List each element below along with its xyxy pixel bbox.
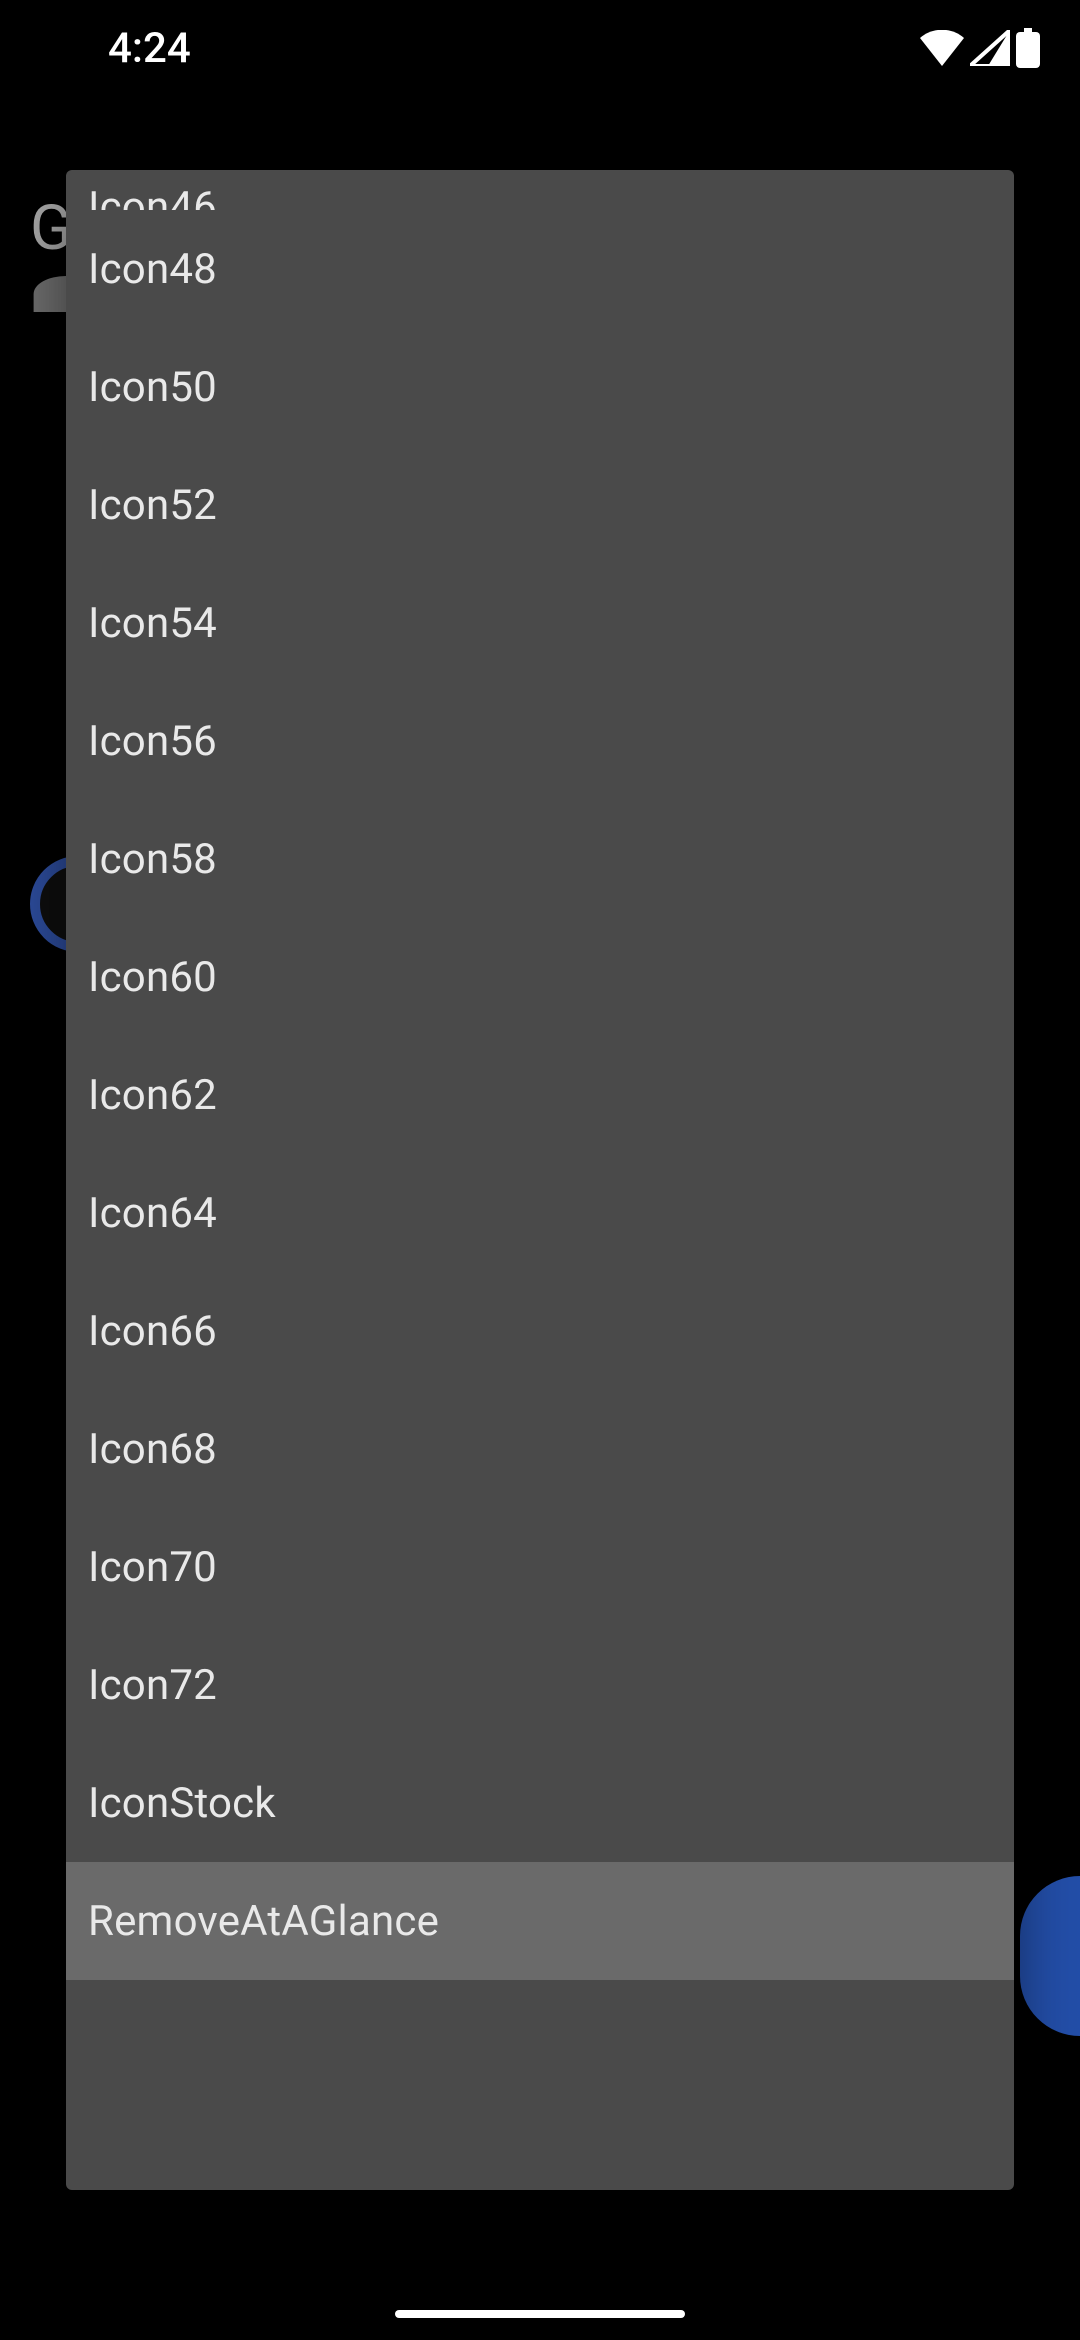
option-label: Icon58	[88, 835, 217, 884]
status-icons	[920, 28, 1040, 68]
option-label: IconStock	[88, 1779, 276, 1828]
option-item[interactable]: Icon54	[66, 564, 1014, 682]
wifi-icon	[920, 30, 964, 66]
cell-signal-icon	[970, 30, 1010, 66]
option-item[interactable]: Icon72	[66, 1626, 1014, 1744]
option-item[interactable]: Icon52	[66, 446, 1014, 564]
background-fab	[1020, 1876, 1080, 2036]
options-popup: Icon46 Icon48 Icon50 Icon52 Icon54 Icon5…	[66, 170, 1014, 2190]
option-label: RemoveAtAGlance	[88, 1897, 439, 1946]
option-item-selected[interactable]: RemoveAtAGlance	[66, 1862, 1014, 1980]
option-label: Icon54	[88, 599, 217, 648]
options-scroll[interactable]: Icon46 Icon48 Icon50 Icon52 Icon54 Icon5…	[66, 170, 1014, 2190]
option-label: Icon50	[88, 363, 217, 412]
option-label: Icon72	[88, 1661, 217, 1710]
option-label: Icon62	[88, 1071, 217, 1120]
option-item[interactable]: Icon46	[66, 170, 1014, 210]
option-item[interactable]: Icon48	[66, 210, 1014, 328]
option-label: Icon52	[88, 481, 217, 530]
option-item[interactable]: Icon68	[66, 1390, 1014, 1508]
gesture-nav-handle[interactable]	[395, 2310, 685, 2318]
option-label: Icon48	[88, 245, 217, 294]
option-item[interactable]: IconStock	[66, 1744, 1014, 1862]
option-label: Icon66	[88, 1307, 217, 1356]
option-label: Icon46	[88, 183, 217, 210]
option-item[interactable]: Icon56	[66, 682, 1014, 800]
option-label: Icon70	[88, 1543, 217, 1592]
option-item[interactable]: Icon62	[66, 1036, 1014, 1154]
option-item[interactable]: Icon70	[66, 1508, 1014, 1626]
option-label: Icon68	[88, 1425, 217, 1474]
status-bar: 4:24	[0, 0, 1080, 96]
option-label: Icon64	[88, 1189, 217, 1238]
option-label: Icon56	[88, 717, 217, 766]
status-time: 4:24	[108, 24, 191, 73]
option-item[interactable]: Icon50	[66, 328, 1014, 446]
option-item[interactable]: Icon66	[66, 1272, 1014, 1390]
option-item[interactable]: Icon58	[66, 800, 1014, 918]
option-item[interactable]: Icon60	[66, 918, 1014, 1036]
option-label: Icon60	[88, 953, 217, 1002]
battery-icon	[1016, 28, 1040, 68]
option-item[interactable]: Icon64	[66, 1154, 1014, 1272]
